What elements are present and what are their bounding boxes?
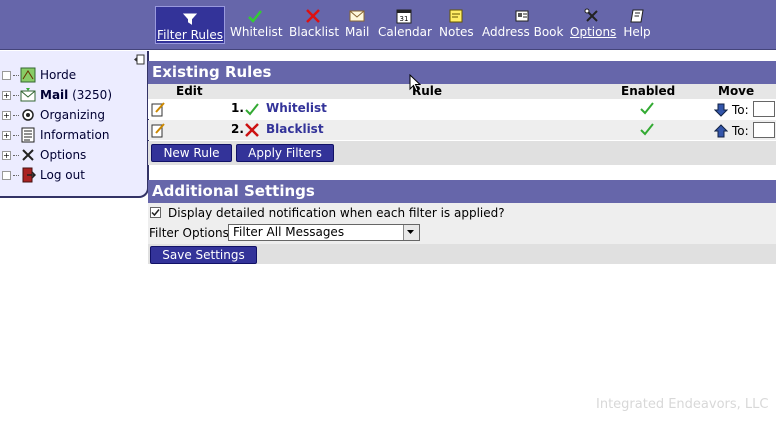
- move-to-input[interactable]: [753, 122, 775, 138]
- additional-settings-header: Additional Settings: [148, 180, 776, 203]
- mail-icon: [20, 88, 36, 102]
- sidebar: Horde + Mail (3250) + Organizing + Infor…: [0, 51, 149, 198]
- table-row: 2. Blacklist To:: [148, 120, 776, 140]
- toolbar-label: Mail: [345, 25, 370, 39]
- toolbar-label: Filter Rules: [157, 28, 223, 42]
- rule-link-blacklist[interactable]: Blacklist: [266, 122, 324, 136]
- svg-text:31: 31: [400, 15, 409, 23]
- red-x-icon: [245, 123, 259, 137]
- toolbar-label: Blacklist: [289, 25, 340, 39]
- information-icon: [21, 127, 35, 143]
- toolbar-address-book[interactable]: Address Book: [482, 4, 564, 44]
- enabled-check-icon[interactable]: [639, 101, 655, 115]
- funnel-icon: [182, 13, 198, 25]
- rule-number: 1.: [231, 101, 244, 115]
- sidebar-item-label: Log out: [40, 168, 85, 182]
- tools-icon: [584, 8, 598, 22]
- tree-toggle[interactable]: +: [2, 150, 11, 160]
- filter-options-select[interactable]: Filter All Messages: [228, 224, 420, 241]
- footer-credit: Integrated Endeavors, LLC: [596, 397, 769, 412]
- column-enabled: Enabled: [621, 84, 676, 98]
- save-settings-button[interactable]: Save Settings: [150, 246, 257, 264]
- arrow-down-icon[interactable]: [714, 103, 728, 117]
- notify-checkbox[interactable]: [150, 207, 161, 218]
- toolbar-label: Address Book: [482, 25, 564, 39]
- toolbar-calendar[interactable]: 31 Calendar: [378, 4, 432, 44]
- toolbar-label: Options: [570, 25, 617, 39]
- toolbar-label: Whitelist: [230, 25, 283, 39]
- tree-toggle: [2, 70, 11, 80]
- toolbar-label: Help: [623, 25, 651, 39]
- checkbox-check-icon: [151, 209, 160, 217]
- sidebar-item-label: Organizing: [40, 108, 105, 122]
- notify-label: Display detailed notification when each …: [168, 206, 505, 220]
- toolbar-mail[interactable]: Mail: [345, 4, 369, 44]
- checkmark-icon: [248, 10, 262, 23]
- sidebar-item-label: Mail: [40, 88, 69, 102]
- edit-icon[interactable]: [150, 101, 166, 117]
- existing-rules-header: Existing Rules: [148, 61, 776, 84]
- sidebar-item-label: Horde: [40, 68, 77, 82]
- tree-toggle[interactable]: +: [2, 130, 11, 140]
- rule-link-whitelist[interactable]: Whitelist: [266, 101, 327, 115]
- column-move: Move: [718, 84, 755, 98]
- move-to-label: To:: [732, 124, 749, 138]
- checkmark-icon: [245, 103, 259, 116]
- rule-number: 2.: [231, 122, 244, 136]
- sidebar-item-mail[interactable]: + Mail (3250): [2, 86, 112, 104]
- rules-table-header: [148, 84, 776, 99]
- new-rule-button[interactable]: New Rule: [151, 144, 232, 162]
- apply-filters-button[interactable]: Apply Filters: [236, 144, 334, 162]
- sidebar-item-information[interactable]: + Information: [2, 126, 109, 144]
- sidebar-item-options[interactable]: + Options: [2, 146, 86, 164]
- tree-toggle[interactable]: +: [2, 110, 11, 120]
- move-to-label: To:: [732, 103, 749, 117]
- chevron-down-icon: [403, 225, 419, 240]
- move-to-input[interactable]: [753, 101, 775, 117]
- horde-map-icon: [20, 67, 36, 83]
- toolbar-label: Notes: [439, 25, 474, 39]
- toolbar-options[interactable]: Options: [570, 4, 617, 44]
- sidebar-item-organizing[interactable]: + Organizing: [2, 106, 105, 124]
- note-icon: [449, 9, 463, 23]
- table-row: 1. Whitelist To:: [148, 99, 776, 119]
- toolbar-notes[interactable]: Notes: [439, 4, 474, 44]
- tree-toggle[interactable]: +: [2, 90, 11, 100]
- arrow-up-icon[interactable]: [714, 124, 728, 138]
- top-toolbar: Filter Rules Whitelist Blacklist Mail 31…: [0, 0, 776, 50]
- sidebar-item-logout[interactable]: Log out: [2, 166, 85, 184]
- enabled-check-icon[interactable]: [639, 122, 655, 136]
- calendar-icon: 31: [396, 9, 412, 24]
- sidebar-item-label: Options: [40, 148, 87, 162]
- toolbar-label: Calendar: [378, 25, 432, 39]
- toolbar-whitelist[interactable]: Whitelist: [230, 4, 283, 44]
- toolbar-help[interactable]: Help: [623, 4, 651, 44]
- column-edit: Edit: [176, 84, 203, 98]
- logout-icon: [22, 167, 36, 183]
- filter-options-label: Filter Options: [149, 226, 229, 240]
- sidebar-item-label: Information: [40, 128, 110, 142]
- red-x-icon: [306, 9, 320, 23]
- help-book-icon: [630, 9, 644, 23]
- sidebar-item-horde[interactable]: Horde: [2, 66, 76, 84]
- address-book-icon: [515, 10, 529, 22]
- filter-options-value: Filter All Messages: [233, 225, 345, 239]
- mail-unread-count: (3250): [72, 88, 112, 102]
- mouse-cursor-icon: [409, 74, 421, 92]
- collapse-sidebar-icon[interactable]: [133, 54, 145, 65]
- toolbar-blacklist[interactable]: Blacklist: [289, 4, 340, 44]
- toolbar-filter-rules[interactable]: Filter Rules: [155, 6, 225, 44]
- organizing-icon: [22, 109, 34, 121]
- options-icon: [22, 149, 34, 161]
- envelope-icon: [349, 10, 365, 22]
- edit-icon[interactable]: [150, 122, 166, 138]
- tree-toggle: [2, 170, 11, 180]
